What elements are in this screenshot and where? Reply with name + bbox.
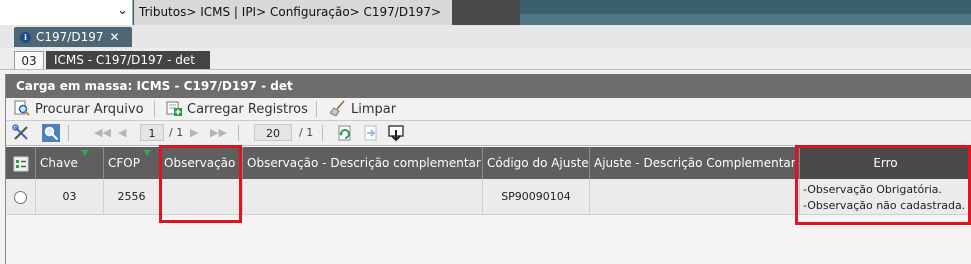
tab-icms-det[interactable]: ICMS - C197/D197 - det — [46, 51, 210, 69]
column-label-cfop: CFOP — [108, 156, 140, 170]
toolbar-divider — [316, 101, 317, 117]
top-bar: ⌄ Tributos> ICMS | IPI> Configuração> C1… — [0, 0, 971, 25]
grid-toolbar: ◀◀ ◀ 1 / 1 ▶ ▶▶ 20 / 1 — [6, 121, 971, 146]
add-records-icon — [166, 101, 182, 116]
cell-codigo-ajuste: SP90090104 — [483, 179, 590, 215]
page-size-input[interactable]: 20 — [254, 124, 292, 141]
column-label-codigo-ajuste: Código do Ajuste — [487, 156, 589, 170]
module-select[interactable]: ⌄ — [0, 0, 133, 25]
column-header-cfop[interactable]: CFOP — [104, 147, 160, 179]
cell-cfop: 2556 — [104, 179, 160, 215]
column-label-observacao-descricao: Observação - Descrição complementar — [247, 156, 481, 170]
load-records-button[interactable]: Carregar Registros — [166, 100, 308, 118]
search-icon[interactable] — [42, 124, 60, 142]
cell-observacao-descricao — [243, 179, 483, 215]
export-icon[interactable] — [362, 124, 380, 142]
window-tab-strip: i C197/D197 ✕ — [0, 25, 971, 48]
checklist-icon[interactable] — [13, 156, 29, 172]
refresh-icon[interactable] — [336, 124, 354, 142]
previous-page-icon[interactable]: ◀ — [118, 127, 126, 139]
cell-chave: 03 — [36, 179, 104, 215]
next-page-icon[interactable]: ▶ — [190, 127, 198, 139]
sub-tab-strip: 03 ICMS - C197/D197 - det — [0, 48, 971, 70]
window-tab-label: C197/D197 — [36, 30, 104, 44]
toolbar-divider — [68, 125, 69, 141]
row-select-cell[interactable] — [6, 179, 36, 215]
page-number-input[interactable]: 1 — [140, 124, 164, 141]
broom-icon — [330, 100, 345, 116]
topbar-stripe — [520, 14, 971, 25]
action-toolbar: Procurar Arquivo Carregar Registros Limp… — [6, 98, 971, 121]
tools-icon[interactable] — [12, 124, 30, 142]
page-size-count: / 1 — [299, 126, 314, 139]
last-page-icon[interactable]: ▶▶ — [210, 127, 227, 139]
clear-label: Limpar — [351, 102, 397, 117]
load-records-label: Carregar Registros — [187, 102, 308, 117]
toolbar-divider — [238, 125, 239, 141]
info-icon: i — [20, 32, 31, 43]
column-header-chave[interactable]: Chave — [36, 147, 104, 179]
tab-number[interactable]: 03 — [14, 51, 44, 69]
search-file-button[interactable]: Procurar Arquivo — [14, 100, 144, 118]
toolbar-divider — [154, 101, 155, 117]
row-radio[interactable] — [14, 190, 27, 204]
select-all-header[interactable] — [6, 147, 36, 179]
breadcrumb[interactable]: Tributos> ICMS | IPI> Configuração> C197… — [134, 0, 452, 25]
highlight-erro — [795, 145, 971, 225]
filter-icon[interactable] — [142, 150, 151, 156]
filter-icon[interactable] — [80, 150, 89, 156]
column-header-ajuste-descricao[interactable]: Ajuste - Descrição Complementar — [590, 147, 800, 179]
column-header-observacao-descricao[interactable]: Observação - Descrição complementar — [243, 147, 483, 179]
window-tab-c197[interactable]: i C197/D197 ✕ — [14, 27, 132, 47]
topbar-dark-block — [452, 0, 520, 25]
first-page-icon[interactable]: ◀◀ — [94, 127, 111, 139]
column-label-ajuste-descricao: Ajuste - Descrição Complementar — [594, 156, 796, 170]
highlight-observacao — [159, 145, 242, 223]
page-count-label: / 1 — [169, 126, 184, 139]
close-icon[interactable]: ✕ — [109, 30, 119, 44]
column-label-chave: Chave — [40, 156, 78, 170]
search-file-icon — [14, 100, 30, 116]
toolbar-divider — [322, 125, 323, 141]
search-file-label: Procurar Arquivo — [35, 102, 144, 117]
download-icon[interactable] — [387, 124, 405, 142]
chevron-down-icon[interactable]: ⌄ — [117, 3, 128, 18]
column-header-codigo-ajuste[interactable]: Código do Ajuste — [483, 147, 590, 179]
clear-button[interactable]: Limpar — [330, 100, 396, 118]
panel-title: Carga em massa: ICMS - C197/D197 - det — [6, 74, 971, 98]
cell-ajuste-descricao — [590, 179, 800, 215]
